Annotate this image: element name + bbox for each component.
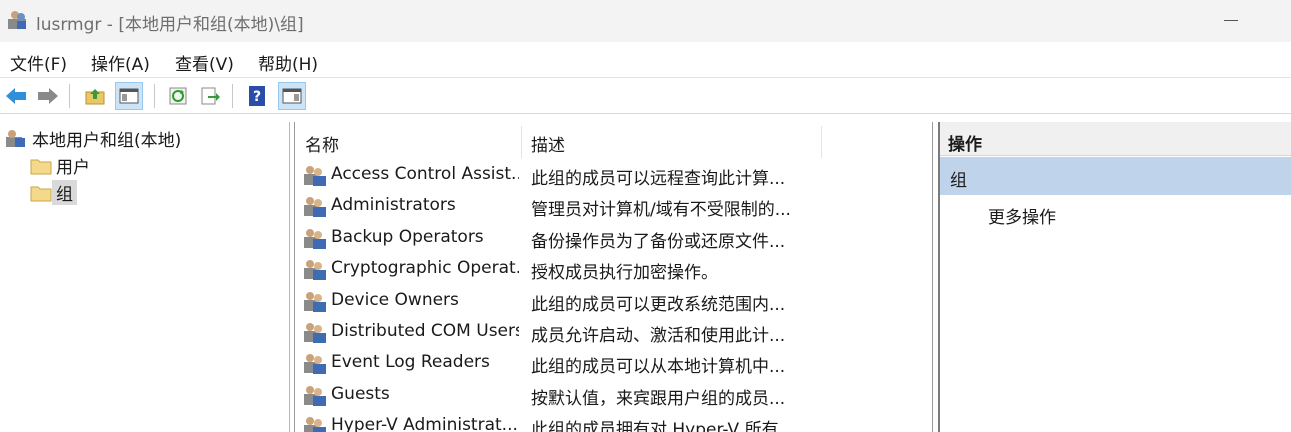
forward-button[interactable] bbox=[34, 82, 62, 110]
group-name: Guests bbox=[331, 383, 390, 404]
list-row[interactable]: Guests 按默认值，来宾跟用户组的成员... bbox=[295, 380, 932, 411]
group-name: Event Log Readers bbox=[331, 352, 490, 373]
tree-root-label: 本地用户和组(本地) bbox=[32, 131, 182, 151]
group-description: 备份操作员为了备份或还原文件... bbox=[531, 231, 786, 252]
group-icon bbox=[303, 257, 327, 281]
group-description: 按默认值，来宾跟用户组的成员... bbox=[531, 388, 786, 409]
toolbar-separator bbox=[69, 84, 70, 108]
actions-header: 操作 bbox=[940, 122, 1291, 156]
actions-group-section[interactable]: 组 bbox=[940, 157, 1291, 195]
group-name: Device Owners bbox=[331, 289, 459, 310]
tree-item-users[interactable]: 用户 bbox=[30, 153, 94, 178]
actions-group-label: 组 bbox=[950, 171, 967, 191]
group-name: Access Control Assist... bbox=[331, 164, 519, 184]
group-name: Administrators bbox=[331, 195, 456, 216]
list-row[interactable]: Access Control Assist... 此组的成员可以远程查询此计算..… bbox=[295, 160, 932, 191]
group-icon bbox=[303, 194, 327, 218]
group-icon bbox=[303, 383, 327, 407]
menu-bar: 文件(F) 操作(A) 查看(V) 帮助(H) bbox=[0, 42, 1291, 78]
tree-item-groups-label: 组 bbox=[52, 180, 77, 205]
toolbar-separator bbox=[232, 84, 233, 108]
group-icon bbox=[303, 414, 327, 432]
group-icon bbox=[303, 226, 327, 250]
group-icon bbox=[303, 289, 327, 313]
group-description: 管理员对计算机/域有不受限制的... bbox=[531, 200, 791, 221]
toolbar: ? bbox=[0, 78, 1291, 114]
column-divider[interactable] bbox=[521, 126, 522, 158]
list-row[interactable]: Administrators 管理员对计算机/域有不受限制的... bbox=[295, 191, 932, 222]
svg-text:?: ? bbox=[253, 89, 261, 105]
group-description: 此组的成员可以更改系统范围内... bbox=[531, 294, 786, 315]
console-tree: 本地用户和组(本地) 用户 组 bbox=[0, 122, 290, 432]
group-description: 此组的成员可以远程查询此计算... bbox=[531, 169, 786, 189]
list-row[interactable]: Backup Operators 备份操作员为了备份或还原文件... bbox=[295, 223, 932, 254]
list-row[interactable]: Device Owners 此组的成员可以更改系统范围内... bbox=[295, 286, 932, 317]
title-bar: lusrmgr - [本地用户和组(本地)\组] bbox=[0, 0, 1291, 42]
tree-root-local-users-groups[interactable]: 本地用户和组(本地) bbox=[4, 126, 185, 151]
list-row[interactable]: Hyper-V Administrat... 此组的成员拥有对 Hyper-V 所… bbox=[295, 411, 932, 432]
menu-view[interactable]: 查看(V) bbox=[175, 50, 234, 75]
show-action-pane-button[interactable] bbox=[278, 82, 306, 110]
back-arrow-icon bbox=[6, 88, 26, 104]
group-name: Cryptographic Operat... bbox=[331, 258, 519, 279]
users-snapin-icon bbox=[6, 129, 25, 147]
console-tree-icon bbox=[119, 88, 139, 104]
actions-pane: 操作 组 更多操作 bbox=[938, 122, 1291, 432]
users-app-icon bbox=[8, 11, 26, 29]
column-divider[interactable] bbox=[821, 126, 822, 158]
list-row[interactable]: Distributed COM Users 成员允许启动、激活和使用此计... bbox=[295, 317, 932, 348]
window-title: lusrmgr - [本地用户和组(本地)\组] bbox=[36, 15, 304, 35]
group-description: 此组的成员可以从本地计算机中... bbox=[531, 357, 786, 378]
export-list-button[interactable] bbox=[196, 82, 224, 110]
minimize-icon bbox=[1224, 19, 1238, 21]
more-actions-link[interactable]: 更多操作 bbox=[988, 203, 1056, 228]
help-icon: ? bbox=[249, 86, 265, 106]
refresh-icon bbox=[169, 87, 187, 105]
group-description: 授权成员执行加密操作。 bbox=[531, 263, 718, 284]
group-icon bbox=[303, 351, 327, 375]
group-name: Distributed COM Users bbox=[331, 321, 519, 341]
export-list-icon bbox=[201, 87, 220, 105]
minimize-button[interactable] bbox=[1211, 4, 1251, 36]
list-header: 名称 描述 bbox=[295, 122, 932, 159]
menu-action[interactable]: 操作(A) bbox=[91, 50, 150, 75]
group-name: Hyper-V Administrat... bbox=[331, 415, 518, 432]
up-level-button[interactable] bbox=[81, 82, 109, 110]
help-button[interactable]: ? bbox=[243, 82, 271, 110]
group-icon bbox=[303, 163, 327, 187]
group-description: 此组的成员拥有对 Hyper-V 所有... bbox=[531, 420, 795, 432]
folder-icon bbox=[30, 159, 52, 174]
folder-icon bbox=[30, 186, 52, 201]
folder-up-icon bbox=[85, 89, 105, 105]
show-tree-button[interactable] bbox=[115, 82, 143, 110]
forward-arrow-icon bbox=[38, 88, 58, 104]
back-button[interactable] bbox=[2, 82, 30, 110]
actions-header-label: 操作 bbox=[948, 135, 982, 155]
group-name: Backup Operators bbox=[331, 226, 484, 247]
group-description: 成员允许启动、激活和使用此计... bbox=[531, 326, 786, 346]
action-pane-icon bbox=[282, 88, 302, 104]
column-header-name[interactable]: 名称 bbox=[305, 131, 339, 156]
list-row[interactable]: Cryptographic Operat... 授权成员执行加密操作。 bbox=[295, 254, 932, 285]
tree-item-groups[interactable]: 组 bbox=[30, 180, 77, 205]
list-row[interactable]: Event Log Readers 此组的成员可以从本地计算机中... bbox=[295, 348, 932, 379]
toolbar-separator bbox=[154, 84, 155, 108]
tree-item-users-label: 用户 bbox=[56, 158, 90, 178]
column-header-description[interactable]: 描述 bbox=[531, 131, 565, 156]
menu-file[interactable]: 文件(F) bbox=[10, 50, 67, 75]
groups-list: 名称 描述 Access Control Assist... 此组的成员可以远程查… bbox=[294, 122, 933, 432]
group-icon bbox=[303, 320, 327, 344]
refresh-button[interactable] bbox=[164, 82, 192, 110]
menu-help[interactable]: 帮助(H) bbox=[258, 50, 318, 75]
